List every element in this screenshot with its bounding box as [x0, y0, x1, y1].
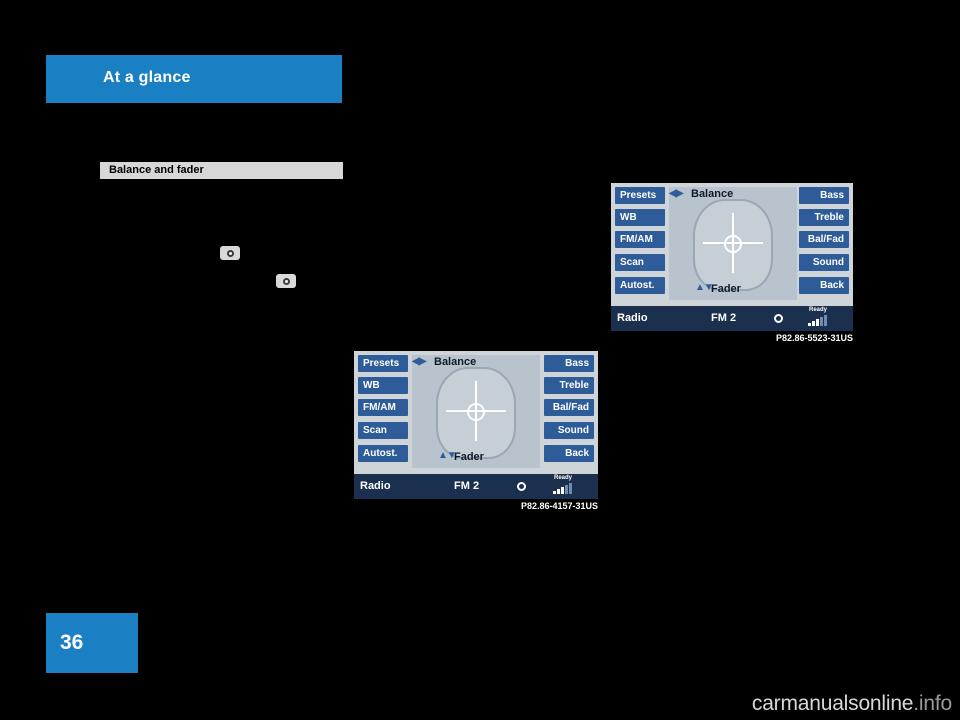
- figure-caption: P82.86-5523-31US: [775, 333, 853, 343]
- button-autostore[interactable]: Autost.: [358, 445, 408, 462]
- button-wb[interactable]: WB: [358, 377, 408, 394]
- watermark-text: carmanualsonline: [751, 692, 914, 715]
- button-treble[interactable]: Treble: [799, 209, 849, 226]
- button-presets[interactable]: Presets: [615, 187, 665, 204]
- balance-fader-cursor[interactable]: [467, 403, 485, 421]
- button-scan[interactable]: Scan: [615, 254, 665, 271]
- balance-label: Balance: [691, 188, 734, 200]
- page-number-block: 36: [46, 613, 138, 673]
- status-ready-label: Ready: [809, 307, 828, 313]
- button-back[interactable]: Back: [544, 445, 594, 462]
- watermark: carmanualsonline.info: [752, 692, 952, 716]
- balance-fader-cursor[interactable]: [724, 235, 742, 253]
- button-bal-fad[interactable]: Bal/Fad: [544, 399, 594, 416]
- chapter-title: At a glance: [103, 69, 191, 86]
- button-fm-am[interactable]: FM/AM: [358, 399, 408, 416]
- status-bar: Radio FM 2 Ready: [611, 306, 853, 331]
- figure-caption: P82.86-4157-31US: [520, 501, 598, 511]
- signal-strength-icon: [808, 315, 827, 326]
- head-unit-screen: Presets WB FM/AM Scan Autost. Bass Trebl…: [611, 183, 853, 331]
- button-sound[interactable]: Sound: [799, 254, 849, 271]
- button-bass[interactable]: Bass: [799, 187, 849, 204]
- controller-icon-center: [282, 277, 290, 285]
- chapter-header: At a glance: [46, 55, 342, 103]
- status-ready-label: Ready: [554, 475, 573, 481]
- button-treble[interactable]: Treble: [544, 377, 594, 394]
- controller-icon-center: [226, 249, 234, 257]
- balance-arrows-icon: ◀▶: [412, 356, 426, 367]
- controller-icon: [220, 246, 240, 260]
- watermark-suffix: .info: [913, 692, 952, 715]
- section-heading-label: Balance and fader: [109, 164, 204, 176]
- signal-strength-icon: [553, 483, 572, 494]
- status-indicator-dot: [774, 314, 783, 323]
- button-bal-fad[interactable]: Bal/Fad: [799, 231, 849, 248]
- button-fm-am[interactable]: FM/AM: [615, 231, 665, 248]
- fader-label: Fader: [454, 451, 484, 463]
- status-bar: Radio FM 2 Ready: [354, 474, 598, 499]
- status-band: FM 2: [711, 312, 737, 324]
- section-heading-bar: Balance and fader: [100, 162, 343, 179]
- figure-balance-fader-2: Presets WB FM/AM Scan Autost. Bass Trebl…: [611, 183, 853, 345]
- button-autostore[interactable]: Autost.: [615, 277, 665, 294]
- button-sound[interactable]: Sound: [544, 422, 594, 439]
- button-wb[interactable]: WB: [615, 209, 665, 226]
- status-indicator-dot: [517, 482, 526, 491]
- status-source: Radio: [617, 312, 648, 324]
- balance-label: Balance: [434, 356, 477, 368]
- button-bass[interactable]: Bass: [544, 355, 594, 372]
- head-unit-screen: Presets WB FM/AM Scan Autost. Bass Trebl…: [354, 351, 598, 499]
- button-scan[interactable]: Scan: [358, 422, 408, 439]
- button-presets[interactable]: Presets: [358, 355, 408, 372]
- controller-icon: [276, 274, 296, 288]
- button-back[interactable]: Back: [799, 277, 849, 294]
- figure-balance-fader-1: Presets WB FM/AM Scan Autost. Bass Trebl…: [354, 351, 598, 513]
- balance-arrows-icon: ◀▶: [669, 188, 683, 199]
- page-number: 36: [60, 631, 84, 654]
- status-band: FM 2: [454, 480, 480, 492]
- fader-label: Fader: [711, 283, 741, 295]
- status-source: Radio: [360, 480, 391, 492]
